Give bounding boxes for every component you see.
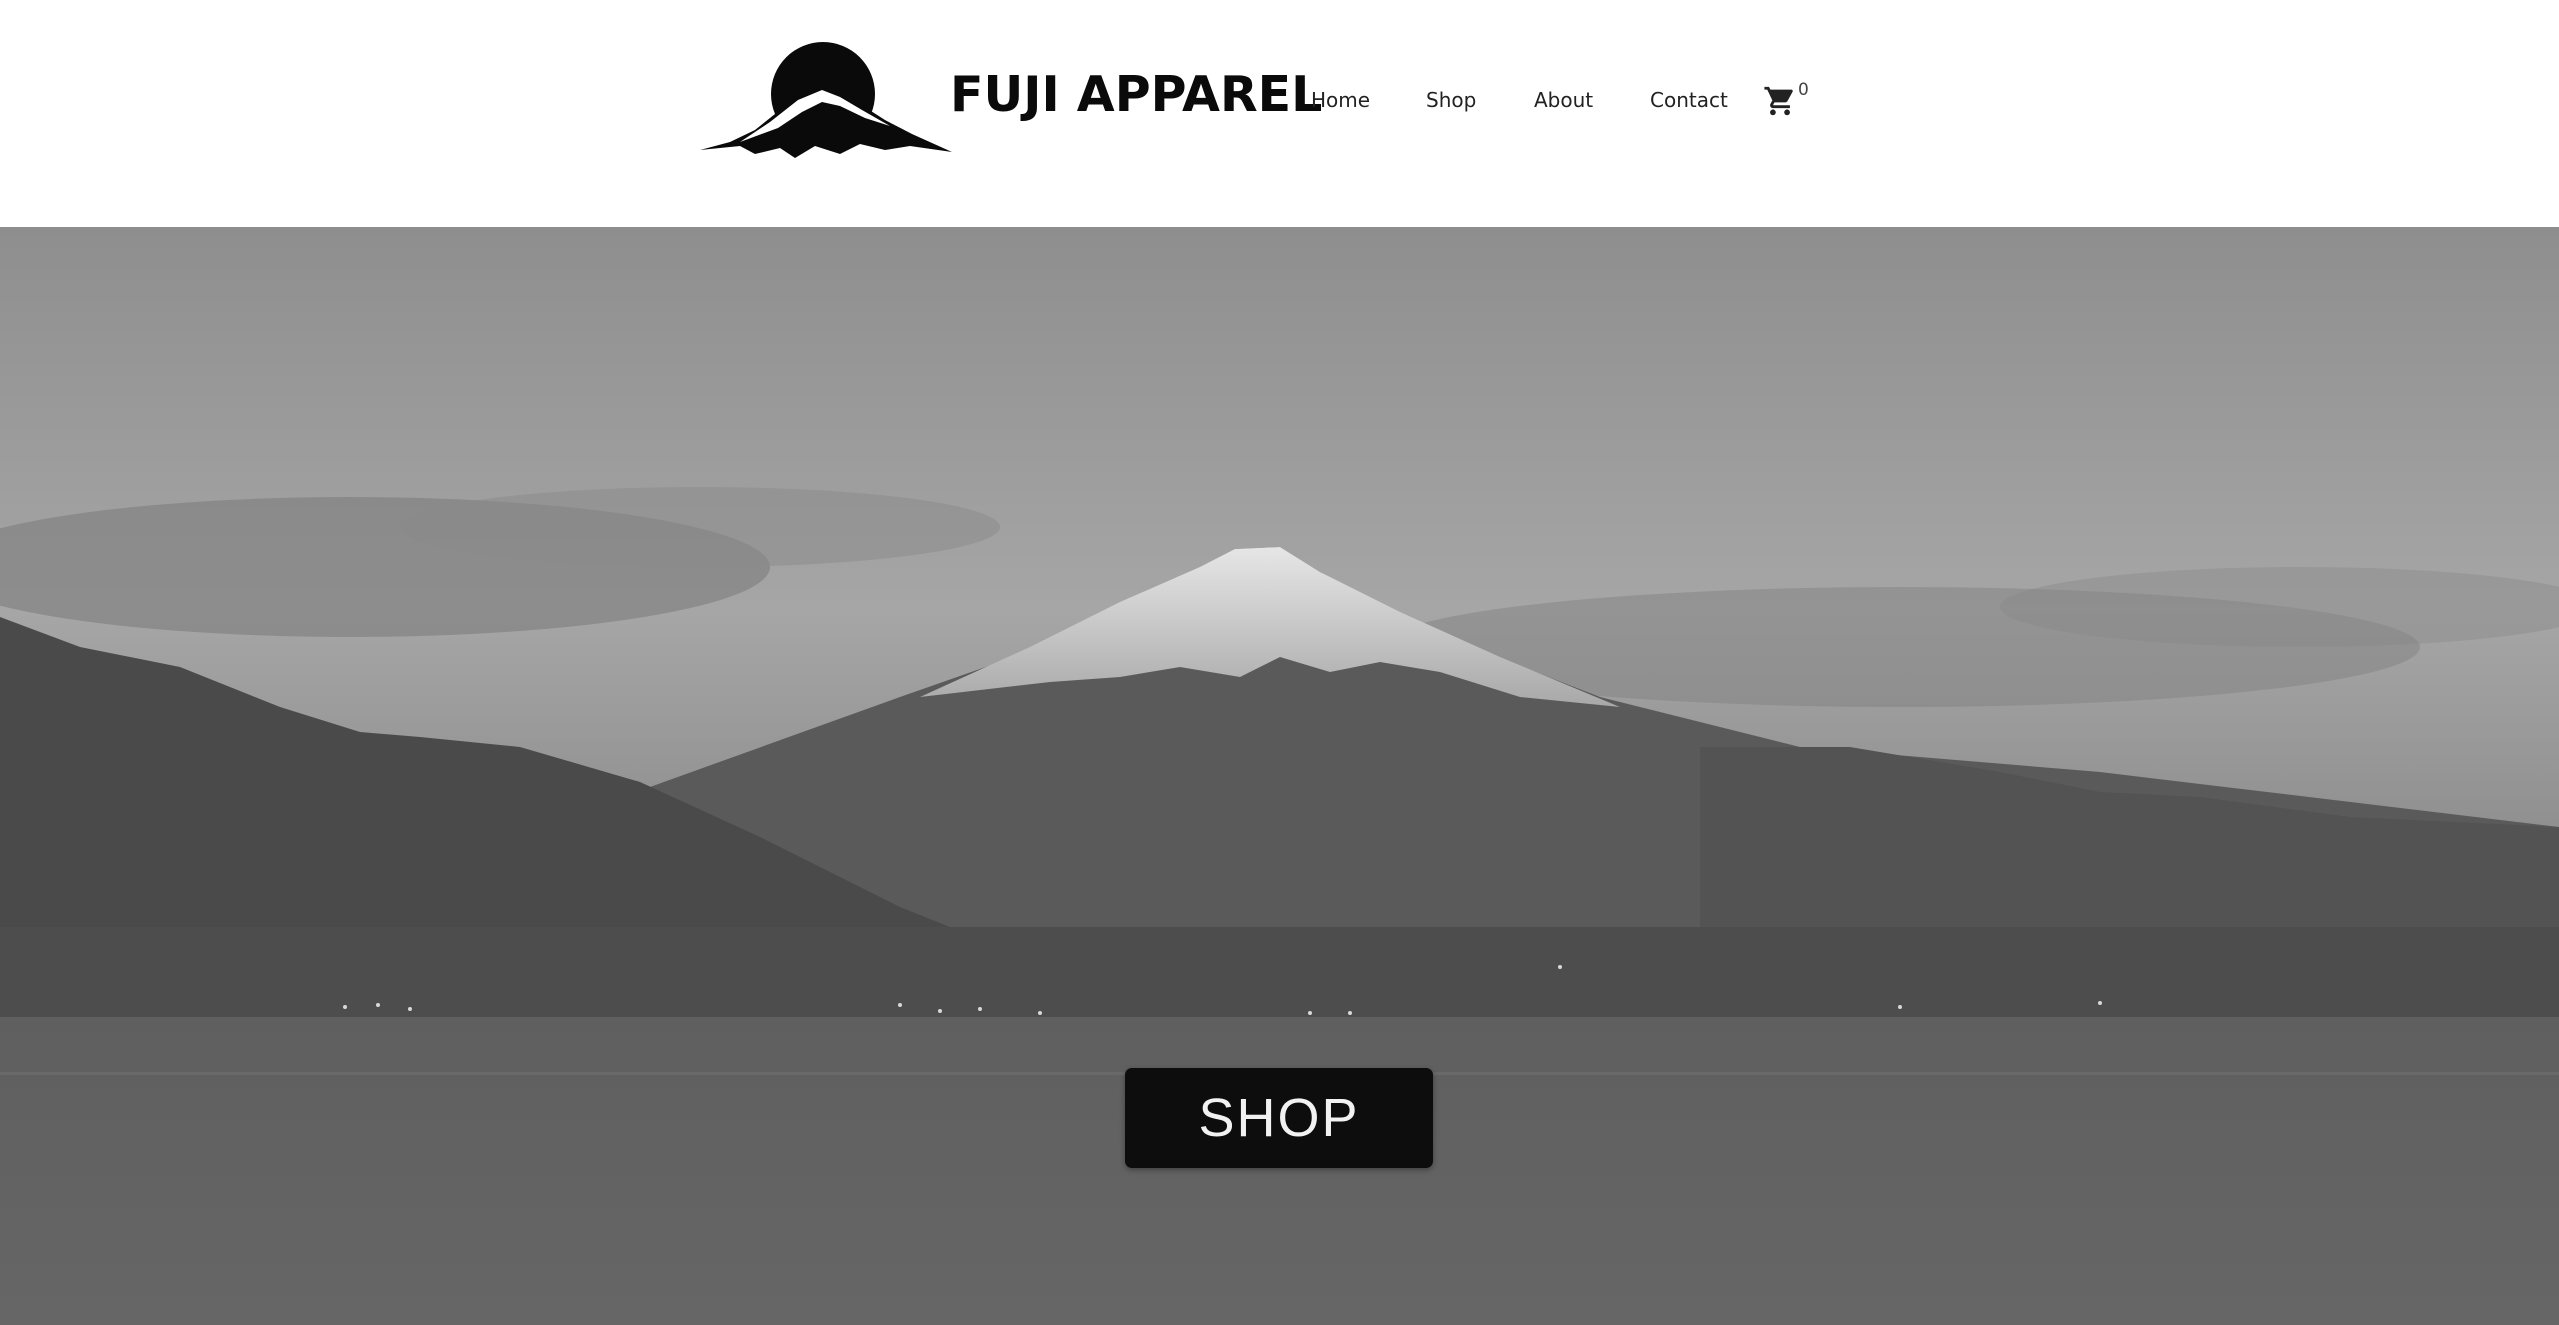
mount-fuji-logo-icon[interactable] bbox=[700, 42, 952, 160]
shopping-cart-icon bbox=[1764, 86, 1793, 116]
shop-cta-button[interactable]: SHOP bbox=[1125, 1068, 1433, 1168]
cart-button[interactable]: 0 bbox=[1763, 82, 1811, 118]
cart-count-badge: 0 bbox=[1798, 80, 1809, 100]
nav-home-link[interactable]: Home bbox=[1311, 90, 1370, 110]
brand-name[interactable]: FUJI APPAREL bbox=[950, 70, 1322, 119]
hero-banner: SHOP bbox=[0, 227, 2559, 1325]
nav-contact-link[interactable]: Contact bbox=[1650, 90, 1728, 110]
nav-about-link[interactable]: About bbox=[1534, 90, 1593, 110]
site-header: FUJI APPAREL Home Shop About Contact 0 bbox=[0, 0, 2559, 227]
nav-shop-link[interactable]: Shop bbox=[1426, 90, 1476, 110]
